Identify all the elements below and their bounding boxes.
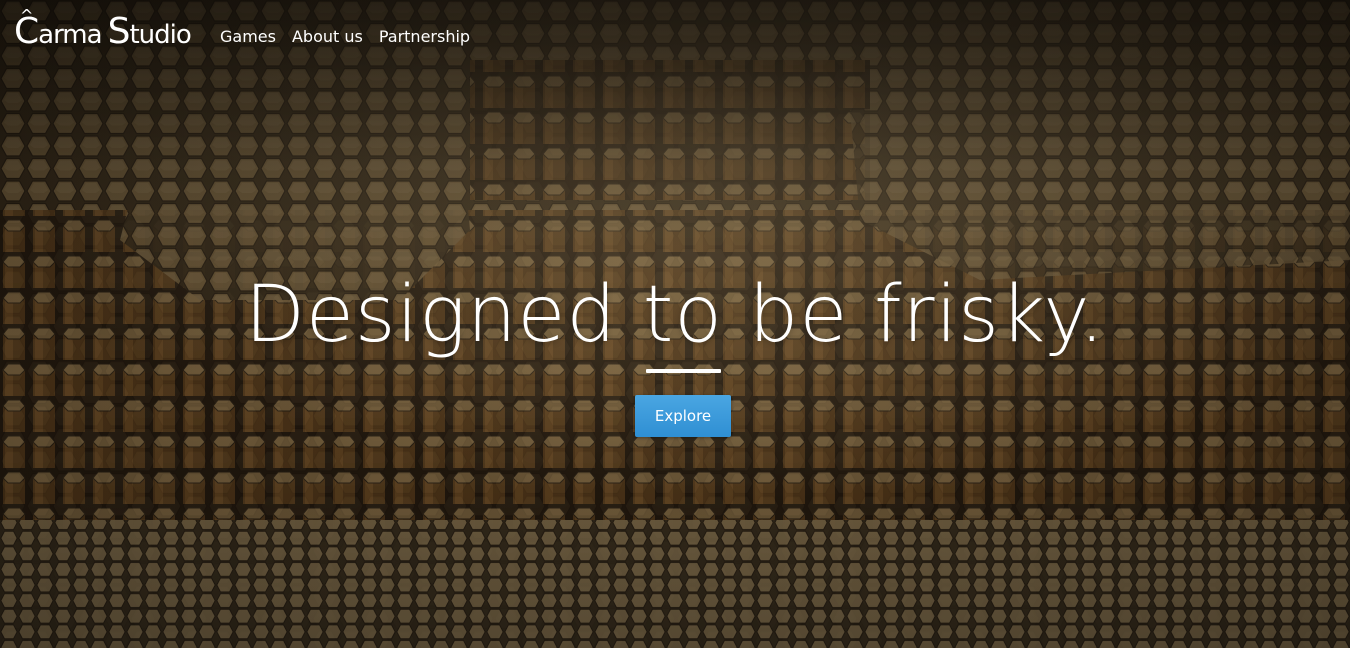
nav-links: Games About us Partnership [220, 26, 470, 48]
brand-logo[interactable]: ^ C arma S tudio [14, 8, 192, 52]
hero-headline: Designed to be frisky. [244, 270, 1106, 360]
logo-text-tudio: tudio [129, 20, 191, 50]
logo-letter-c: ^ C [14, 8, 39, 52]
hero-section: ^ C arma S tudio Games About us Partners… [0, 0, 1350, 648]
nav-item-about-us[interactable]: About us [292, 26, 363, 48]
nav-item-partnership[interactable]: Partnership [379, 26, 470, 48]
logo-text-arma: arma [38, 20, 102, 50]
explore-button[interactable]: Explore [635, 395, 731, 437]
hero-divider [646, 369, 721, 373]
logo-hat-glyph: ^ [20, 6, 33, 25]
top-navbar: ^ C arma S tudio Games About us Partners… [0, 0, 1350, 72]
logo-letter-s: S [107, 11, 131, 52]
nav-item-games[interactable]: Games [220, 26, 276, 48]
